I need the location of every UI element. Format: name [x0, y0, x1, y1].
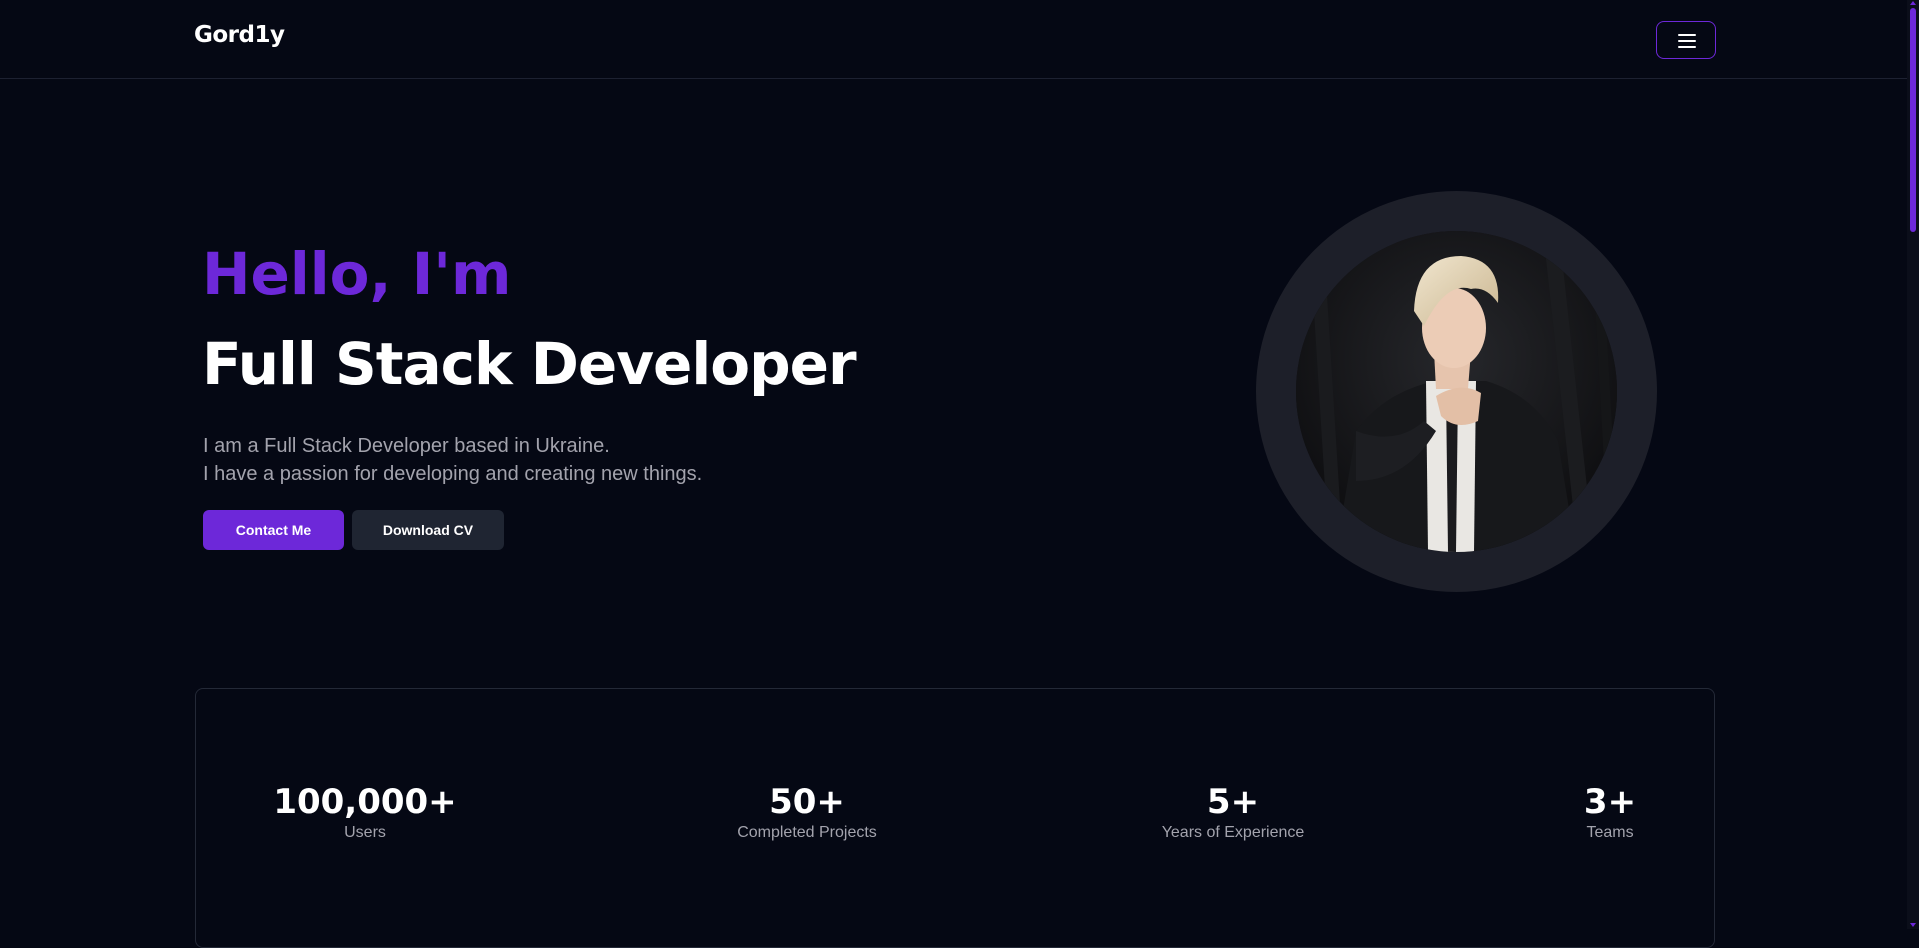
- stat-label: Years of Experience: [1161, 824, 1305, 841]
- stat-users: 100,000+ Users: [235, 782, 495, 843]
- hero-description: I am a Full Stack Developer based in Ukr…: [203, 432, 702, 488]
- brand-logo[interactable]: Gord1y: [194, 22, 285, 48]
- hero-description-line-2: I have a passion for developing and crea…: [203, 463, 703, 485]
- stat-label: Users: [344, 824, 386, 841]
- profile-photo: [1296, 231, 1617, 552]
- stat-label: Completed Projects: [737, 824, 877, 841]
- scroll-down-icon[interactable]: [1910, 923, 1916, 927]
- stat-value: 5+: [1206, 782, 1260, 822]
- page-scrollbar[interactable]: [1907, 0, 1919, 929]
- menu-button[interactable]: [1656, 21, 1716, 59]
- scrollbar-thumb[interactable]: [1910, 8, 1916, 232]
- hero-greeting: Hello, I'm: [202, 240, 512, 308]
- hero-title: Full Stack Developer: [202, 330, 857, 398]
- navbar: Gord1y: [0, 0, 1907, 79]
- stat-value: 3+: [1583, 782, 1637, 822]
- stat-years-experience: 5+ Years of Experience: [1103, 782, 1363, 843]
- stat-value: 100,000+: [273, 782, 457, 822]
- stat-teams: 3+ Teams: [1480, 782, 1740, 843]
- stat-label: Teams: [1586, 824, 1634, 841]
- stat-value: 50+: [769, 782, 845, 822]
- hero-description-line-1: I am a Full Stack Developer based in Ukr…: [203, 435, 610, 457]
- stat-completed-projects: 50+ Completed Projects: [677, 782, 937, 843]
- contact-me-button[interactable]: Contact Me: [203, 510, 344, 550]
- download-cv-button[interactable]: Download CV: [352, 510, 504, 550]
- scroll-up-icon[interactable]: [1910, 1, 1916, 5]
